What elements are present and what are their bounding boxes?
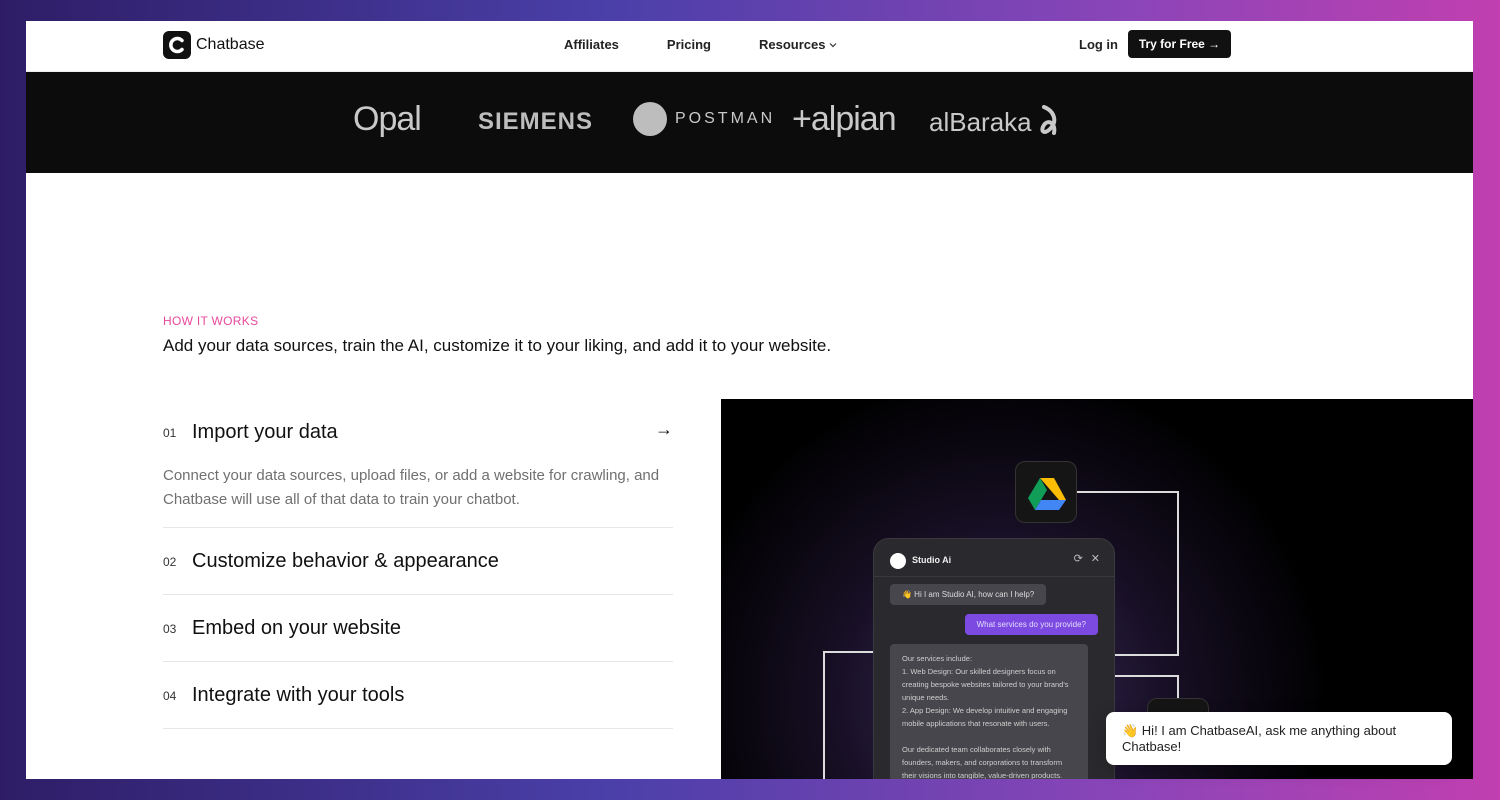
- step-number: 03: [163, 622, 177, 636]
- nav-pricing[interactable]: Pricing: [667, 37, 711, 52]
- google-drive-icon: [1015, 461, 1077, 523]
- chatbase-logo-icon: [163, 31, 191, 59]
- step-title: Integrate with your tools: [192, 684, 405, 706]
- chat-widget-bubble[interactable]: 👋 Hi! I am ChatbaseAI, ask me anything a…: [1106, 712, 1452, 765]
- reply-line: 2. App Design: We develop intuitive and …: [902, 706, 1068, 728]
- brand-name: Chatbase: [196, 36, 265, 53]
- step-number: 04: [163, 689, 177, 703]
- step-item[interactable]: 01 Import your data → Connect your data …: [163, 419, 673, 528]
- top-nav: Chatbase Affiliates Pricing Resources Lo…: [26, 21, 1473, 72]
- step-item[interactable]: 02 Customize behavior & appearance: [163, 528, 673, 595]
- albaraka-wordmark: alBaraka: [929, 106, 1032, 137]
- postman-logo: POSTMAN: [633, 102, 775, 136]
- opal-logo: Opal: [353, 100, 422, 138]
- albaraka-mark-icon: [1040, 105, 1056, 135]
- bot-reply: Our services include: 1. Web Design: Our…: [890, 644, 1088, 779]
- step-title: Import your data: [192, 421, 338, 443]
- siemens-logo: SIEMENS: [478, 108, 594, 135]
- reply-line: Our services include:: [902, 654, 973, 663]
- chat-preview: Studio Ai ⟳ ✕ 👋 Hi I am Studio AI, how c…: [873, 538, 1115, 779]
- connector-line: [823, 651, 875, 653]
- step-title: Embed on your website: [192, 617, 402, 639]
- postman-mark-icon: [633, 102, 667, 136]
- close-icon: ✕: [1090, 553, 1100, 565]
- reply-line: 1. Web Design: Our skilled designers foc…: [902, 667, 1069, 702]
- step-item[interactable]: 04 Integrate with your tools: [163, 662, 673, 729]
- connector-line: [1115, 654, 1179, 656]
- connector-line: [1115, 675, 1179, 677]
- nav-affiliates[interactable]: Affiliates: [564, 37, 619, 52]
- section-headline: Add your data sources, train the AI, cus…: [163, 336, 832, 355]
- step-number: 02: [163, 555, 177, 569]
- step-number: 01: [163, 426, 177, 440]
- connector-line: [1077, 491, 1179, 493]
- step-description: Connect your data sources, upload files,…: [163, 467, 660, 508]
- try-for-free-button[interactable]: Try for Free →: [1128, 30, 1231, 58]
- chat-header-icons: ⟳ ✕: [1074, 552, 1100, 565]
- chevron-down-icon: [830, 42, 837, 47]
- alpian-logo: +alpian: [792, 100, 897, 138]
- step-title: Customize behavior & appearance: [192, 550, 499, 572]
- step-item[interactable]: 03 Embed on your website: [163, 595, 673, 662]
- nav-resources[interactable]: Resources: [759, 37, 837, 52]
- brand-logo[interactable]: Chatbase: [163, 31, 265, 59]
- reply-line: [902, 730, 1076, 743]
- divider: [874, 576, 1114, 577]
- connector-line: [823, 651, 825, 779]
- bot-avatar: [890, 553, 906, 569]
- postman-wordmark: POSTMAN: [675, 110, 776, 127]
- page: Chatbase Affiliates Pricing Resources Lo…: [26, 21, 1473, 779]
- customer-logos-strip: Opal SIEMENS POSTMAN +alpian alBaraka: [26, 72, 1473, 173]
- nav-resources-label: Resources: [758, 37, 826, 52]
- login-link[interactable]: Log in: [1079, 37, 1118, 52]
- bot-message: 👋 Hi I am Studio AI, how can I help?: [890, 584, 1047, 605]
- user-message: What services do you provide?: [964, 614, 1098, 635]
- chat-widget-text: 👋 Hi! I am ChatbaseAI, ask me anything a…: [1122, 723, 1397, 754]
- albaraka-logo: alBaraka: [929, 105, 1062, 139]
- section-kicker: HOW IT WORKS: [163, 314, 259, 328]
- arrow-right-icon: →: [655, 419, 673, 439]
- reply-line: Our dedicated team collaborates closely …: [902, 745, 1063, 779]
- connector-line: [1177, 491, 1179, 656]
- bot-name: Studio Ai: [912, 555, 952, 565]
- nav-links: Affiliates Pricing Resources: [564, 37, 837, 52]
- refresh-icon: ⟳: [1073, 553, 1083, 565]
